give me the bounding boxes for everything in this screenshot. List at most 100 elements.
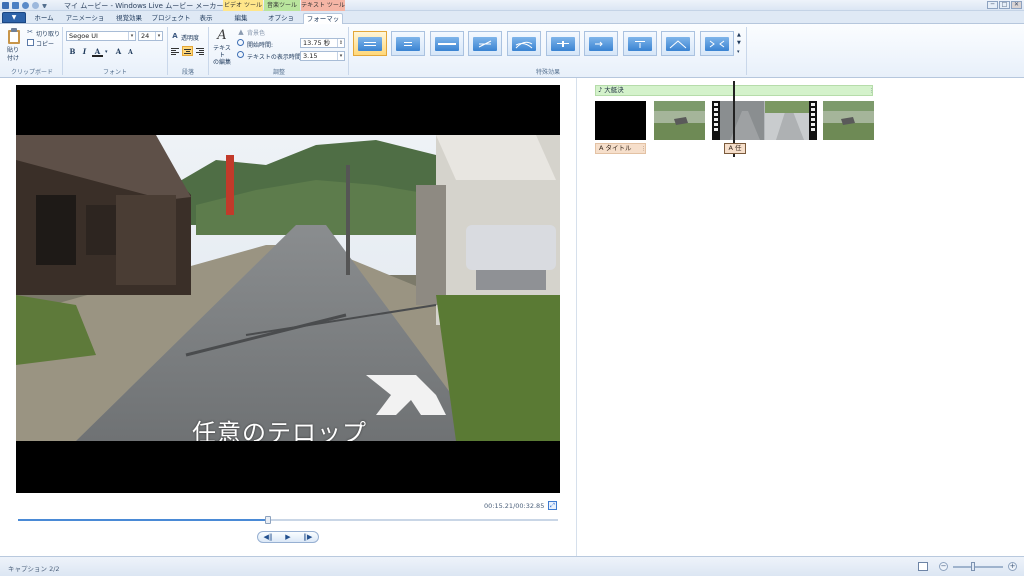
zoom-slider[interactable] [953,566,1003,568]
effect-button[interactable] [700,31,734,56]
video-preview[interactable]: 任意のテロップ [16,85,560,493]
edit-text-button[interactable]: テキスト の編集 [211,45,233,66]
save-icon[interactable] [12,2,19,9]
tab-view[interactable]: 表示 [194,13,218,24]
effect-button[interactable] [391,31,425,56]
previous-frame-button[interactable]: ◀‖ [261,532,275,542]
effect-button[interactable] [661,31,695,56]
effect-button[interactable] [507,31,541,56]
copy-button[interactable]: コピー [36,39,54,48]
video-frame: 任意のテロップ [16,135,560,441]
zoom-slider-thumb[interactable] [971,562,975,571]
window-controls: ─ □ ✕ [987,1,1022,9]
italic-button[interactable]: I [79,47,90,57]
ribbon-tab-row: ▼ ホーム アニメーション 視覚効果 プロジェクト 表示 編集 オプション フォ… [0,11,1024,34]
video-clip-selected[interactable] [712,101,817,140]
effects-scroll-up-icon[interactable]: ▲ [737,32,741,38]
align-center-icon[interactable] [182,46,193,56]
start-time-label: 開始時間: [247,42,274,49]
caption-clip[interactable]: A 任 [724,143,746,154]
title-caption-track[interactable]: A タイトル [595,143,646,154]
background-color-icon: ▲ [238,27,244,36]
video-clip[interactable] [823,101,874,140]
customize-qat-icon[interactable] [42,3,47,8]
paste-icon[interactable] [6,27,22,45]
thumbnail-size-icon[interactable] [918,562,928,571]
clock-icon [237,51,244,58]
caption-overlay: 任意のテロップ [192,419,367,441]
effect-button[interactable] [546,31,580,56]
effects-group-label: 特殊効果 [535,69,560,76]
align-left-icon[interactable] [170,46,180,56]
font-color-button[interactable]: A [92,47,103,57]
tab-home[interactable]: ホーム [30,13,58,24]
effects-gallery-expand-icon[interactable]: ▾ [737,49,740,55]
group-separator [208,27,209,75]
close-button[interactable]: ✕ [1011,1,1022,9]
spin-icon[interactable]: ⇕ [337,39,344,47]
timecode: 00:15.21/00:32.85 [484,502,545,510]
video-clip[interactable] [654,101,705,140]
play-button[interactable]: ▶ [281,532,295,542]
tab-options[interactable]: オプション [265,13,297,33]
chevron-down-icon[interactable]: ▾ [337,52,344,60]
next-frame-button[interactable]: ‖▶ [301,532,315,542]
ribbon: 貼り付け ✂ 切り取り コピー クリップボード Segoe UI ▾ 24 ▾ … [0,24,1024,78]
title-caption-handle[interactable]: ⋮ [641,146,646,152]
font-family-combo[interactable]: Segoe UI ▾ [66,31,136,41]
playback-controls: ◀‖ ▶ ‖▶ [257,531,319,543]
bold-button[interactable]: B [67,47,78,57]
effect-button[interactable] [353,31,387,56]
adjust-group-label: 調整 [272,69,285,76]
effects-scroll-down-icon[interactable]: ▼ [737,40,741,46]
duration-combo[interactable]: 3.15 ▾ [300,51,345,61]
music-track-handle[interactable]: ⋮ [869,88,874,94]
font-group-label: フォント [102,69,127,76]
title-bar: マイ ムービー - Windows Live ムービー メーカー ビデオ ツール… [0,0,1024,11]
file-menu-button[interactable]: ▼ [2,12,26,23]
minimize-button[interactable]: ─ [987,1,998,9]
tab-project[interactable]: プロジェクト [151,13,191,24]
align-right-icon[interactable] [195,46,205,56]
maximize-button[interactable]: □ [999,1,1010,9]
tab-format[interactable]: フォーマット [303,13,343,34]
cut-button[interactable]: 切り取り [36,29,60,38]
background-color-button[interactable]: 背景色 [247,28,265,37]
duration-label: テキストの表示時間: [247,54,303,61]
clock-icon [237,39,244,46]
chevron-down-icon[interactable]: ▾ [128,32,135,40]
effect-button[interactable] [430,31,464,56]
seek-bar[interactable] [18,516,558,524]
shrink-font-button[interactable]: A [125,48,136,58]
group-separator [167,27,168,75]
paste-button[interactable]: 貼り付け [5,47,21,63]
duration-value: 3.15 [303,52,318,60]
fullscreen-icon[interactable]: ⤢ [548,501,557,510]
window-title: マイ ムービー - Windows Live ムービー メーカー [64,2,224,10]
edit-text-icon[interactable]: A [214,28,230,43]
font-size-combo[interactable]: 24 ▾ [138,31,163,41]
grow-font-button[interactable]: A [113,47,124,57]
tab-edit[interactable]: 編集 [228,13,254,24]
undo-icon[interactable] [22,2,29,9]
start-time-spinner[interactable]: 13.75 秒 ⇕ [300,38,345,48]
redo-icon[interactable] [32,2,39,9]
zoom-out-button[interactable]: − [939,562,948,571]
chevron-down-icon[interactable]: ▾ [155,32,162,40]
seek-bar-fill [18,519,269,521]
preview-panel: 任意のテロップ 00:15.21/00:32.85 ⤢ ◀‖ ▶ ‖▶ [0,78,577,556]
effect-button[interactable] [584,31,618,56]
work-area: 任意のテロップ 00:15.21/00:32.85 ⤢ ◀‖ ▶ ‖▶ ♪ 大艇… [0,78,1024,556]
zoom-in-button[interactable]: + [1008,562,1017,571]
context-tab-video-tools: ビデオ ツール [223,0,263,11]
tab-visual-effects[interactable]: 視覚効果 [111,13,147,24]
tab-animation[interactable]: アニメーション [63,13,107,33]
transparency-button[interactable]: 透明度 [181,33,199,42]
copy-icon [27,39,34,46]
seek-bar-thumb[interactable] [265,516,272,524]
title-clip[interactable] [595,101,646,140]
chevron-down-icon[interactable]: ▾ [105,49,108,55]
effect-button[interactable] [468,31,502,56]
effect-button[interactable] [623,31,657,56]
app-menu-icon[interactable] [2,2,9,9]
